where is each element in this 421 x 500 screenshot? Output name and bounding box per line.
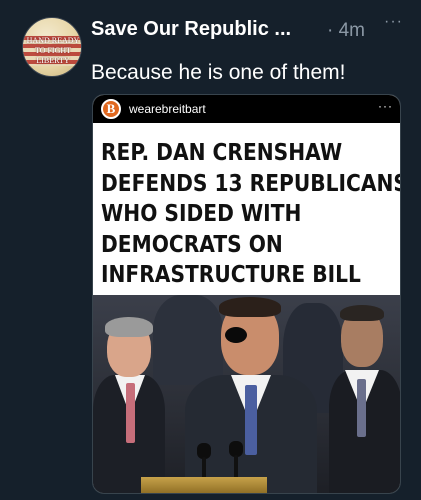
news-photo bbox=[93, 295, 400, 493]
tweet-text: Because he is one of them! bbox=[91, 61, 346, 84]
account-handle[interactable]: wearebreitbart bbox=[129, 102, 206, 116]
background-figure bbox=[153, 295, 223, 385]
headline-line: REP. DAN CRENSHAW bbox=[101, 138, 343, 166]
dot-separator: · bbox=[327, 20, 334, 41]
author-name[interactable]: Save Our Republic ... bbox=[91, 18, 291, 41]
headline-line: DEFENDS 13 REPUBLICANS bbox=[101, 168, 401, 197]
avatar[interactable]: HAND READY TO FIGHT LIBERTY bbox=[22, 17, 82, 77]
embed-more-icon[interactable]: ··· bbox=[378, 99, 393, 113]
avatar-text-1: HAND READY bbox=[26, 36, 80, 45]
avatar-text-2: TO FIGHT bbox=[34, 46, 72, 55]
avatar-text-3: LIBERTY bbox=[36, 56, 70, 65]
lectern bbox=[141, 477, 267, 493]
headline-line: INFRASTRUCTURE BILL bbox=[101, 260, 361, 288]
more-horizontal-icon[interactable]: ··· bbox=[384, 13, 403, 31]
breitbart-logo-icon[interactable]: B bbox=[101, 99, 121, 119]
headline-line: WHO SIDED WITH bbox=[101, 199, 302, 227]
headline-line: DEMOCRATS ON bbox=[101, 229, 283, 258]
headline: REP. DAN CRENSHAW DEFENDS 13 REPUBLICANS… bbox=[101, 137, 401, 290]
eyepatch bbox=[225, 327, 247, 343]
embed-header: B wearebreitbart ··· bbox=[93, 95, 400, 123]
tweet[interactable]: HAND READY TO FIGHT LIBERTY Save Our Rep… bbox=[0, 0, 421, 500]
time-ago[interactable]: 4m bbox=[339, 20, 365, 41]
embedded-post-card[interactable]: B wearebreitbart ··· REP. DAN CRENSHAW D… bbox=[92, 94, 401, 494]
timestamp[interactable]: · 4m bbox=[327, 20, 365, 42]
